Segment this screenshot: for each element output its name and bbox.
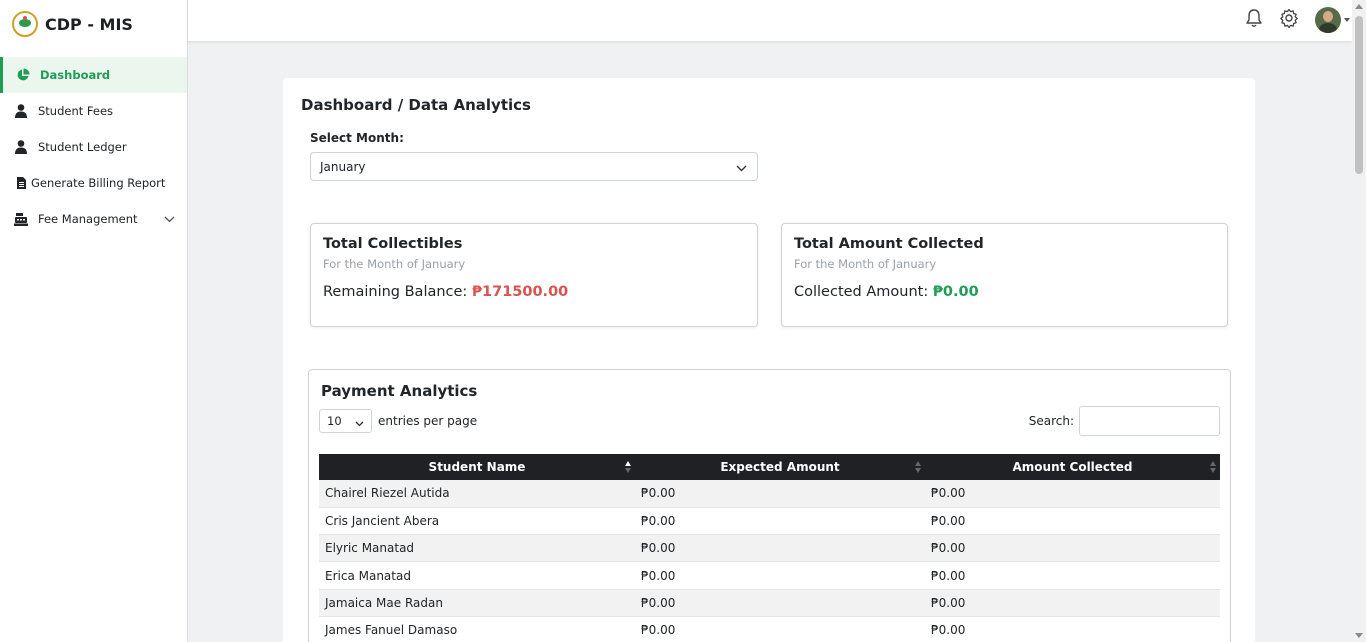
column-header-label: Amount Collected [1012, 460, 1133, 474]
table-row: Chairel Riezel Autida ₱0.00 ₱0.00 [319, 480, 1220, 508]
sort-icon [1210, 460, 1216, 474]
table-row: Erica Manatad ₱0.00 ₱0.00 [319, 561, 1220, 590]
sort-icon [915, 460, 921, 474]
cell-expected-amount: ₱0.00 [635, 561, 925, 590]
sidebar-item-fee-management[interactable]: Fee Management [0, 201, 187, 237]
remaining-balance: Remaining Balance: ₱171500.00 [323, 284, 568, 300]
stat-line-label: Collected Amount: [794, 284, 933, 300]
cell-expected-amount: ₱0.00 [635, 534, 925, 563]
dashboard-card: Dashboard / Data Analytics Select Month:… [283, 78, 1255, 642]
scroll-up-icon[interactable] [1355, 4, 1363, 9]
cell-expected-amount: ₱0.00 [635, 507, 925, 536]
cell-expected-amount: ₱0.00 [635, 480, 925, 508]
bell-icon[interactable] [1245, 8, 1263, 32]
cell-student-name: Elyric Manatad [319, 534, 635, 563]
table-search: Search: [1029, 406, 1220, 436]
remaining-balance-amount: ₱171500.00 [471, 284, 569, 300]
stat-subtitle: For the Month of January [794, 257, 937, 271]
sidebar-item-dashboard[interactable]: Dashboard [0, 57, 187, 93]
entries-control: 10 entries per page [319, 409, 477, 433]
column-header-student-name[interactable]: Student Name [319, 454, 635, 480]
brand[interactable]: CDP - MIS [0, 0, 187, 48]
table-row: Jamaica Mae Radan ₱0.00 ₱0.00 [319, 589, 1220, 617]
topbar [188, 0, 1352, 42]
collected-amount-value: ₱0.00 [932, 284, 979, 300]
topbar-actions [1245, 7, 1350, 33]
column-header-amount-collected[interactable]: Amount Collected [925, 454, 1220, 480]
entries-select-value: 10 [327, 414, 342, 428]
caret-down-icon[interactable] [1344, 18, 1350, 22]
table-row: James Fanuel Damaso ₱0.00 ₱0.00 [319, 616, 1220, 642]
cell-amount-collected: ₱0.00 [925, 616, 1220, 642]
stat-subtitle: For the Month of January [323, 257, 466, 271]
search-input[interactable] [1079, 406, 1220, 436]
table-row: Elyric Manatad ₱0.00 ₱0.00 [319, 534, 1220, 563]
cell-student-name: Jamaica Mae Radan [319, 589, 635, 617]
app-name: CDP - MIS [45, 14, 133, 34]
month-label: Select Month: [310, 131, 404, 145]
cell-student-name: James Fanuel Damaso [319, 616, 635, 642]
stat-line-label: Remaining Balance: [323, 284, 472, 300]
sidebar-item-label: Dashboard [40, 68, 111, 82]
column-header-label: Expected Amount [720, 460, 840, 474]
sidebar-item-label: Student Ledger [38, 140, 127, 154]
chevron-down-icon [355, 416, 364, 430]
cash-register-icon [14, 212, 28, 226]
collected-amount: Collected Amount: ₱0.00 [794, 284, 979, 300]
sidebar-item-label: Student Fees [38, 104, 114, 118]
cell-expected-amount: ₱0.00 [635, 616, 925, 642]
sidebar-item-student-fees[interactable]: Student Fees [0, 93, 187, 129]
sidebar: CDP - MIS Dashboard Student Fees Student… [0, 0, 188, 642]
column-header-expected-amount[interactable]: Expected Amount [635, 454, 925, 480]
cell-amount-collected: ₱0.00 [925, 534, 1220, 563]
scroll-thumb[interactable] [1355, 16, 1363, 174]
cell-student-name: Erica Manatad [319, 561, 635, 590]
page-title: Dashboard / Data Analytics [301, 96, 531, 114]
file-icon [14, 176, 28, 190]
avatar[interactable] [1315, 7, 1341, 33]
cell-amount-collected: ₱0.00 [925, 561, 1220, 590]
chevron-down-icon [736, 161, 747, 175]
sort-ascending-icon [625, 460, 631, 474]
cell-expected-amount: ₱0.00 [635, 589, 925, 617]
cell-student-name: Chairel Riezel Autida [319, 480, 635, 508]
page-scrollbar[interactable] [1352, 0, 1366, 642]
stat-title: Total Amount Collected [794, 236, 984, 252]
month-select-value: January [320, 159, 366, 174]
sidebar-item-billing-report[interactable]: Generate Billing Report [0, 165, 187, 201]
chevron-down-icon[interactable] [164, 212, 175, 226]
table-row: Cris Jancient Abera ₱0.00 ₱0.00 [319, 507, 1220, 536]
logo-icon [12, 11, 38, 37]
search-label: Search: [1028, 414, 1074, 428]
entries-label: entries per page [378, 414, 478, 428]
user-icon [14, 104, 28, 118]
table-header-row: Student Name Expected Amount Amount Coll… [319, 454, 1220, 480]
column-header-label: Student Name [428, 460, 526, 474]
total-collected-card: Total Amount Collected For the Month of … [781, 223, 1228, 327]
sidebar-item-student-ledger[interactable]: Student Ledger [0, 129, 187, 165]
sidebar-item-label: Generate Billing Report [31, 176, 166, 190]
cell-amount-collected: ₱0.00 [925, 480, 1220, 508]
gear-icon[interactable] [1279, 8, 1299, 32]
section-title: Payment Analytics [321, 382, 478, 400]
payment-analytics-panel: Payment Analytics 10 entries per page Se… [308, 369, 1231, 642]
cell-student-name: Cris Jancient Abera [319, 507, 635, 536]
cell-amount-collected: ₱0.00 [925, 589, 1220, 617]
entries-per-page-select[interactable]: 10 [319, 409, 372, 433]
pie-chart-icon [16, 68, 30, 82]
sidebar-item-label: Fee Management [38, 212, 138, 226]
stat-title: Total Collectibles [323, 236, 463, 252]
user-icon [14, 140, 28, 154]
total-collectibles-card: Total Collectibles For the Month of Janu… [310, 223, 758, 327]
month-select[interactable]: January [310, 152, 758, 181]
payment-table: Student Name Expected Amount Amount Coll… [319, 454, 1220, 642]
scroll-down-icon[interactable] [1355, 633, 1363, 638]
sidebar-nav: Dashboard Student Fees Student Ledger Ge… [0, 57, 187, 237]
cell-amount-collected: ₱0.00 [925, 507, 1220, 536]
